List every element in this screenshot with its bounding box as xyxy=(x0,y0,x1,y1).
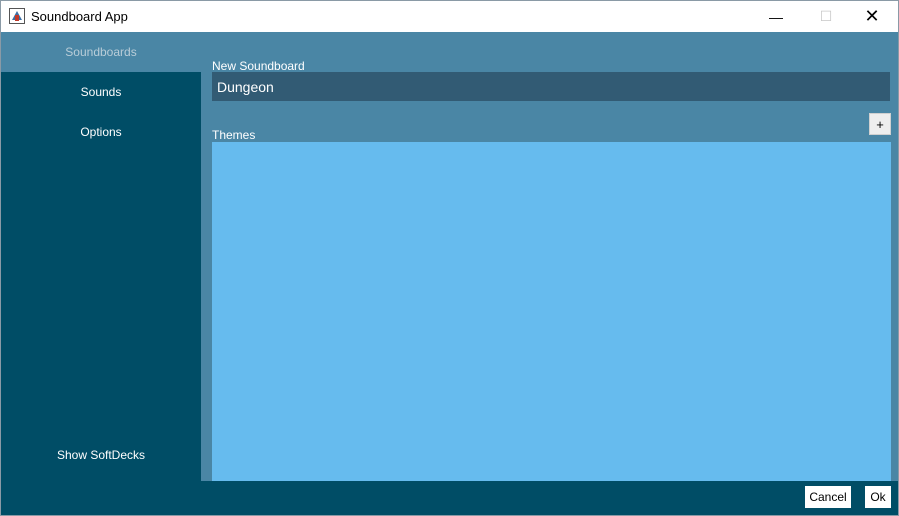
add-theme-button[interactable]: + xyxy=(869,113,891,135)
show-softdecks-link[interactable]: Show SoftDecks xyxy=(1,448,201,462)
soundboard-name-input[interactable] xyxy=(212,72,890,101)
main-panel: New Soundboard Themes + xyxy=(201,32,898,481)
cancel-button[interactable]: Cancel xyxy=(805,486,851,508)
app-icon xyxy=(9,8,25,24)
sidebar-item-options[interactable]: Options xyxy=(1,112,201,152)
sidebar: Soundboards Sounds Options Show SoftDeck… xyxy=(1,32,201,481)
app-window: Soundboard App — ☐ ✕ Soundboards Sounds … xyxy=(0,0,899,516)
footer-bar: Cancel Ok xyxy=(1,481,898,515)
themes-label: Themes xyxy=(212,128,256,142)
window-title: Soundboard App xyxy=(31,9,128,24)
new-soundboard-label: New Soundboard xyxy=(212,59,305,73)
title-bar: Soundboard App — ☐ ✕ xyxy=(1,1,898,32)
minimize-icon[interactable]: — xyxy=(753,1,799,32)
close-icon[interactable]: ✕ xyxy=(849,1,895,32)
maximize-icon[interactable]: ☐ xyxy=(803,1,849,32)
sidebar-item-sounds[interactable]: Sounds xyxy=(1,72,201,112)
themes-list[interactable] xyxy=(212,142,891,481)
ok-button[interactable]: Ok xyxy=(865,486,891,508)
sidebar-item-soundboards[interactable]: Soundboards xyxy=(1,32,201,72)
